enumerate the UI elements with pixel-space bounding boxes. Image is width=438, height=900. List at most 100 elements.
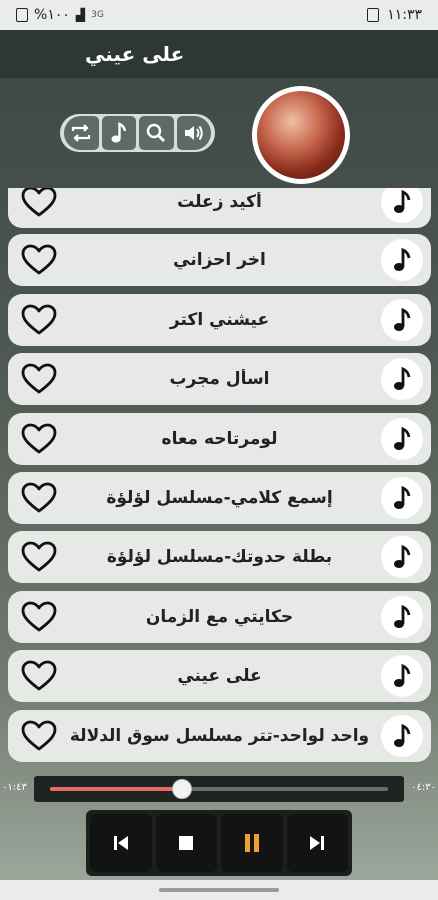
song-item[interactable]: على عيني (8, 650, 431, 702)
favorite-button[interactable] (20, 481, 58, 515)
status-left: %١٠٠ ▟ 3G (16, 7, 104, 23)
song-play-button[interactable] (381, 239, 423, 281)
favorite-button[interactable] (20, 600, 58, 634)
song-item[interactable]: عيشني اكتر (8, 294, 431, 346)
navigation-bar (0, 880, 438, 900)
seek-bar-container (34, 776, 404, 802)
pause-button[interactable] (221, 814, 283, 872)
signal-icon: ▟ (75, 8, 86, 22)
song-title: اسأل مجرب (169, 369, 270, 389)
song-play-button[interactable] (381, 715, 423, 757)
music-note-icon (394, 247, 411, 271)
controls-row (0, 78, 438, 188)
heart-icon (21, 482, 57, 513)
music-note-icon (394, 366, 411, 390)
seek-bar-fill (50, 787, 182, 791)
song-title: اخر احزاني (173, 250, 266, 270)
song-play-button[interactable] (381, 596, 423, 638)
favorite-button[interactable] (20, 362, 58, 396)
song-list[interactable]: أكيد زعلت اخر احزاني عيشني اكتر اسأل مجرب لو… (0, 188, 438, 770)
music-note-icon (394, 426, 411, 450)
music-note-icon (394, 723, 411, 747)
favorite-button[interactable] (20, 540, 58, 574)
heart-icon (21, 304, 57, 335)
song-play-button[interactable] (381, 299, 423, 341)
volume-icon (184, 125, 203, 141)
progress-area: ٠١:٤٣ ٠٤:٣٠ (0, 774, 438, 804)
heart-icon (21, 720, 57, 751)
battery-text: %١٠٠ (34, 7, 70, 23)
elapsed-time: ٠١:٤٣ (2, 782, 27, 793)
stop-icon (179, 836, 194, 850)
battery-icon (16, 8, 28, 22)
pause-icon (244, 834, 259, 852)
song-play-button[interactable] (381, 655, 423, 697)
favorite-button[interactable] (20, 303, 58, 337)
status-bar: %١٠٠ ▟ 3G ١١:٣٣ (0, 0, 438, 30)
heart-icon (21, 188, 57, 217)
search-icon (147, 123, 166, 142)
home-indicator[interactable] (159, 888, 279, 892)
song-play-button[interactable] (381, 477, 423, 519)
song-title: على عيني (177, 666, 262, 686)
song-title: بطلة حدوتك-مسلسل لؤلؤة (106, 547, 333, 567)
song-title: إسمع كلامي-مسلسل لؤلؤة (106, 488, 333, 508)
heart-icon (21, 423, 57, 454)
album-avatar[interactable] (252, 86, 350, 184)
favorite-button[interactable] (20, 659, 58, 693)
avatar-image (257, 91, 345, 179)
next-button[interactable] (286, 814, 348, 872)
app-bar: على عيني (0, 30, 438, 78)
favorite-button[interactable] (20, 188, 58, 219)
heart-icon (21, 363, 57, 394)
favorite-button[interactable] (20, 243, 58, 277)
song-item[interactable]: اسأل مجرب (8, 353, 431, 405)
music-note-icon (394, 544, 411, 568)
song-play-button[interactable] (381, 418, 423, 460)
status-right: ١١:٣٣ (367, 7, 422, 23)
music-note-icon (394, 307, 411, 331)
control-group (60, 114, 215, 152)
notification-icon (367, 8, 380, 22)
favorite-button[interactable] (20, 719, 58, 753)
song-play-button[interactable] (381, 188, 423, 223)
song-title: أكيد زعلت (177, 192, 262, 212)
heart-icon (21, 541, 57, 572)
seek-bar[interactable] (50, 779, 388, 799)
song-item[interactable]: اخر احزاني (8, 234, 431, 286)
song-item[interactable]: واحد لواحد-تتر مسلسل سوق الدلالة (8, 710, 431, 762)
song-play-button[interactable] (381, 358, 423, 400)
song-item[interactable]: لومرتاحه معاه (8, 413, 431, 465)
song-item[interactable]: بطلة حدوتك-مسلسل لؤلؤة (8, 531, 431, 583)
network-text: 3G (91, 10, 104, 20)
heart-icon (21, 660, 57, 691)
song-item[interactable]: أكيد زعلت (8, 188, 431, 228)
search-button[interactable] (139, 116, 174, 150)
song-title: عيشني اكتر (169, 310, 270, 330)
song-title: حكايتي مع الزمان (145, 607, 294, 627)
music-note-icon (394, 604, 411, 628)
volume-button[interactable] (176, 116, 211, 150)
music-note-icon (394, 485, 411, 509)
app-title: على عيني (85, 42, 185, 66)
skip-previous-icon (113, 836, 128, 850)
stop-button[interactable] (155, 814, 217, 872)
song-item[interactable]: إسمع كلامي-مسلسل لؤلؤة (8, 472, 431, 524)
music-button[interactable] (101, 116, 136, 150)
status-time: ١١:٣٣ (387, 7, 422, 23)
player-controls (86, 810, 352, 876)
previous-button[interactable] (90, 814, 152, 872)
repeat-button[interactable] (64, 116, 99, 150)
song-play-button[interactable] (381, 536, 423, 578)
repeat-icon (72, 124, 91, 142)
skip-next-icon (310, 836, 325, 850)
favorite-button[interactable] (20, 422, 58, 456)
song-item[interactable]: حكايتي مع الزمان (8, 591, 431, 643)
heart-icon (21, 244, 57, 275)
duration-time: ٠٤:٣٠ (411, 782, 436, 793)
music-note-icon (394, 189, 411, 213)
music-note-icon (111, 122, 126, 143)
music-note-icon (394, 663, 411, 687)
heart-icon (21, 601, 57, 632)
seek-bar-thumb[interactable] (171, 779, 192, 799)
